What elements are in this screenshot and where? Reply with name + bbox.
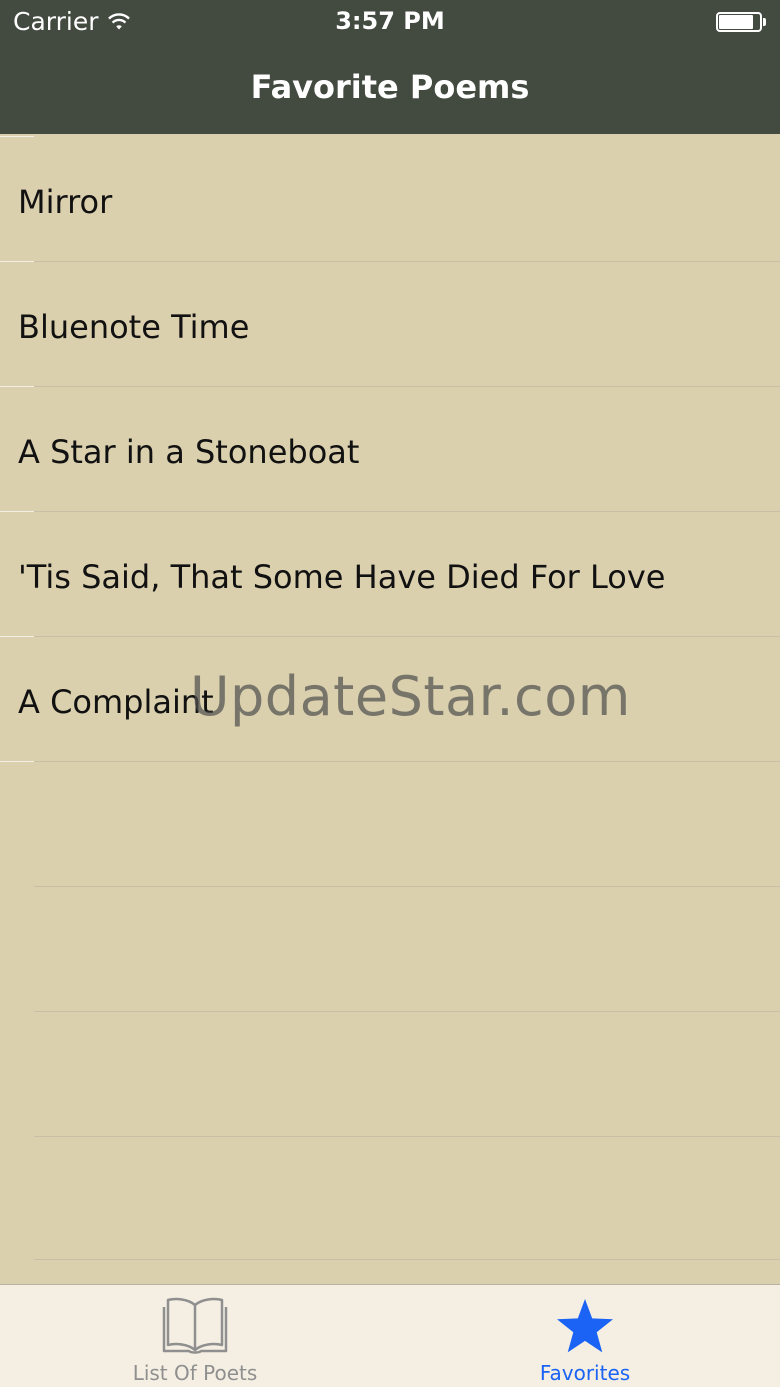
poem-title: Bluenote Time — [18, 308, 250, 346]
star-icon — [557, 1299, 613, 1353]
navigation-header: Carrier 3:57 PM Favorite Poems — [0, 0, 780, 134]
empty-row-separator — [34, 1011, 780, 1012]
tab-list-of-poets[interactable]: List Of Poets — [0, 1285, 390, 1387]
empty-row-separator — [34, 886, 780, 887]
watermark: UpdateStar.com — [190, 665, 631, 728]
poem-title: A Star in a Stoneboat — [18, 433, 360, 471]
poem-title: A Complaint — [18, 683, 214, 721]
poem-row-tis-said[interactable]: 'Tis Said, That Some Have Died For Love — [0, 511, 780, 636]
tab-bar: List Of Poets Favorites — [0, 1284, 780, 1387]
status-bar: Carrier 3:57 PM — [0, 0, 780, 42]
separator — [34, 761, 780, 762]
empty-row-separator — [34, 1136, 780, 1137]
tab-label: List Of Poets — [132, 1361, 258, 1385]
poem-title: Mirror — [18, 183, 113, 221]
poem-row-bluenote-time[interactable]: Bluenote Time — [0, 261, 780, 386]
separator — [0, 761, 34, 762]
book-icon — [162, 1297, 228, 1354]
poem-title: 'Tis Said, That Some Have Died For Love — [18, 558, 666, 596]
poem-row-mirror[interactable]: Mirror — [0, 136, 780, 261]
poem-row-a-star-in-a-stoneboat[interactable]: A Star in a Stoneboat — [0, 386, 780, 511]
tab-label: Favorites — [539, 1361, 631, 1385]
battery-icon — [716, 12, 766, 32]
status-time: 3:57 PM — [335, 7, 445, 35]
tab-favorites[interactable]: Favorites — [390, 1285, 780, 1387]
empty-row-separator — [34, 1259, 780, 1260]
page-title: Favorite Poems — [250, 68, 530, 106]
